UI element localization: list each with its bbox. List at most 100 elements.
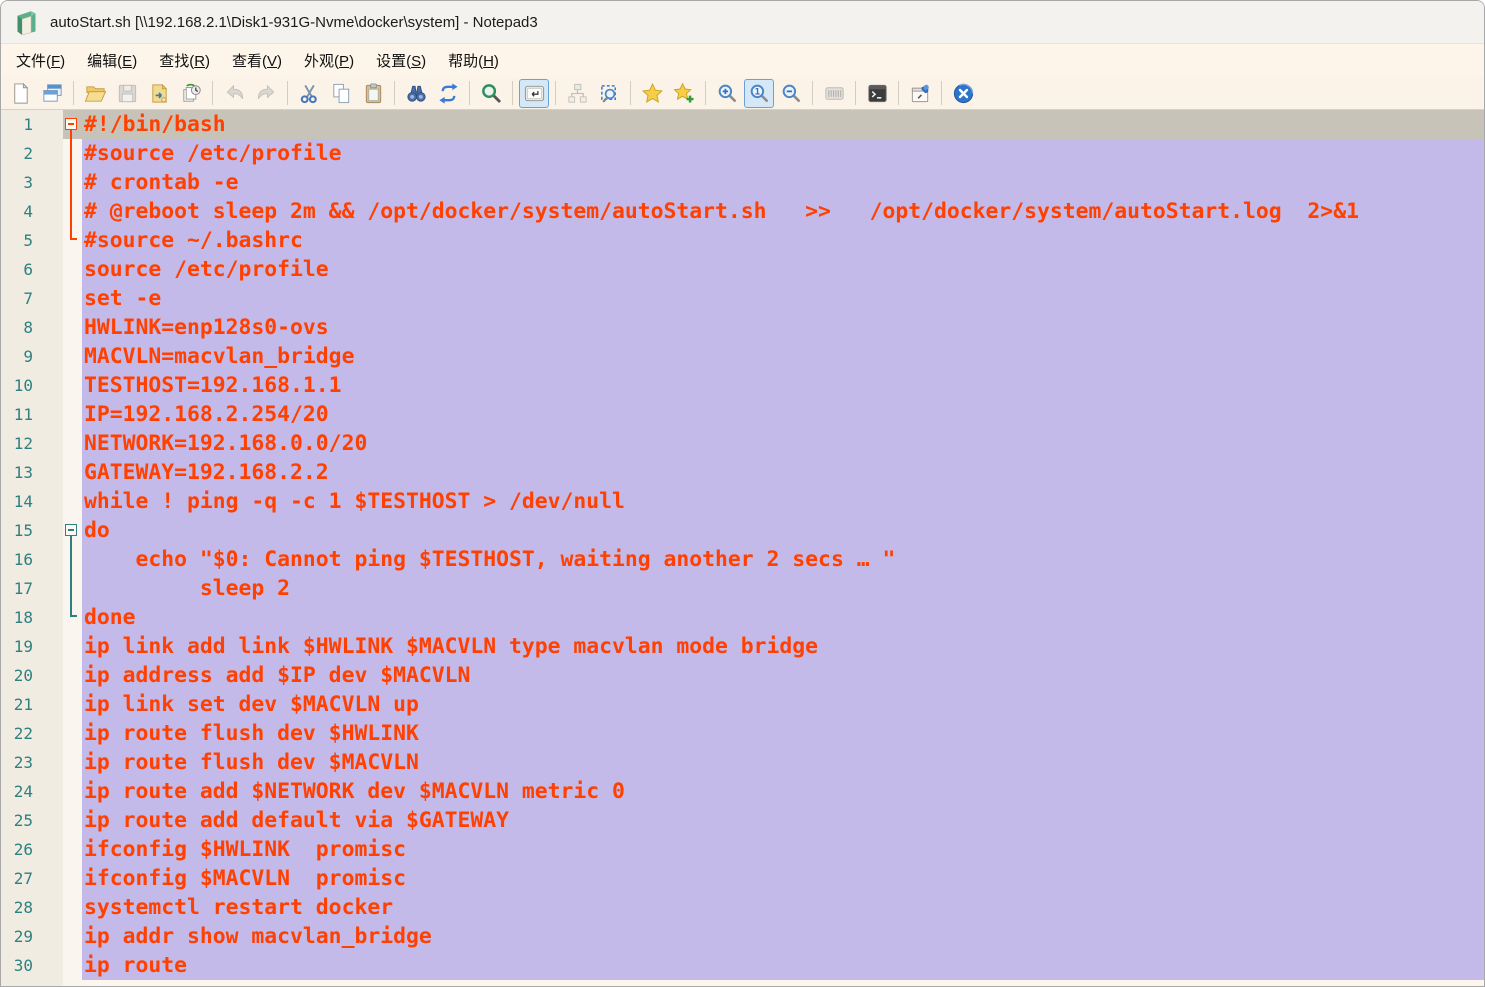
editor-line[interactable]: 18 done [1, 603, 1484, 632]
whitespace-settings-button[interactable] [819, 79, 849, 108]
menu-file[interactable]: 文件(F) [5, 45, 76, 76]
code-text[interactable]: ifconfig $MACVLN promisc [82, 864, 1484, 893]
code-text[interactable]: ip link set dev $MACVLN up [82, 690, 1484, 719]
scheme-tree-button[interactable] [562, 79, 592, 108]
zoom-reset-button[interactable]: 1 [744, 78, 774, 108]
editor-line[interactable]: 23 ip route flush dev $MACVLN [1, 748, 1484, 777]
code-text[interactable]: echo "$0: Cannot ping $TESTHOST, waiting… [82, 545, 1484, 574]
find-button[interactable] [401, 79, 431, 108]
code-text[interactable]: ifconfig $HWLINK promisc [82, 835, 1484, 864]
editor-line[interactable]: 10 TESTHOST=192.168.1.1 [1, 371, 1484, 400]
editor-line[interactable]: 4 # @reboot sleep 2m && /opt/docker/syste… [1, 197, 1484, 226]
new-window-button[interactable] [37, 79, 67, 108]
redo-button[interactable] [251, 79, 281, 108]
favorites-button[interactable] [637, 79, 667, 108]
editor-line[interactable]: 3 # crontab -e [1, 168, 1484, 197]
code-text[interactable]: ip link add link $HWLINK $MACVLN type ma… [82, 632, 1484, 661]
code-text[interactable]: ip route add default via $GATEWAY [82, 806, 1484, 835]
editor-line[interactable]: 9 MACVLN=macvlan_bridge [1, 342, 1484, 371]
editor-line[interactable]: 19 ip link add link $HWLINK $MACVLN type … [1, 632, 1484, 661]
save-as-button[interactable] [144, 79, 174, 108]
editor-line[interactable]: 21 ip link set dev $MACVLN up [1, 690, 1484, 719]
editor-line[interactable]: 7 set -e [1, 284, 1484, 313]
menu-settings[interactable]: 设置(S) [365, 45, 437, 76]
fold-margin [63, 777, 82, 806]
code-text[interactable]: done [82, 603, 1484, 632]
editor-line[interactable]: 25 ip route add default via $GATEWAY [1, 806, 1484, 835]
new-file-button[interactable] [5, 79, 35, 108]
code-text[interactable]: HWLINK=enp128s0-ovs [82, 313, 1484, 342]
editor-line[interactable]: 28 systemctl restart docker [1, 893, 1484, 922]
editor-line[interactable]: 14 while ! ping -q -c 1 $TESTHOST > /dev/… [1, 487, 1484, 516]
execute-console-button[interactable] [862, 79, 892, 108]
recent-files-button[interactable] [176, 79, 206, 108]
cut-button[interactable] [294, 79, 324, 108]
code-text[interactable]: ip route [82, 951, 1484, 980]
editor-line[interactable]: 24 ip route add $NETWORK dev $MACVLN metr… [1, 777, 1484, 806]
add-favorite-button[interactable] [669, 79, 699, 108]
code-text[interactable]: #source ~/.bashrc [82, 226, 1484, 255]
editor-line[interactable]: 29 ip addr show macvlan_bridge [1, 922, 1484, 951]
editor-line[interactable]: 6 source /etc/profile [1, 255, 1484, 284]
editor-line[interactable]: 17 sleep 2 [1, 574, 1484, 603]
editor-line[interactable]: 26 ifconfig $HWLINK promisc [1, 835, 1484, 864]
code-text[interactable]: # crontab -e [82, 168, 1484, 197]
copy-button[interactable] [326, 79, 356, 108]
code-text[interactable]: ip route flush dev $MACVLN [82, 748, 1484, 777]
word-wrap-button[interactable] [519, 78, 549, 108]
code-text[interactable]: source /etc/profile [82, 255, 1484, 284]
exit-button[interactable] [948, 79, 978, 108]
code-text[interactable]: systemctl restart docker [82, 893, 1484, 922]
menu-edit[interactable]: 编辑(E) [76, 45, 148, 76]
code-text[interactable]: GATEWAY=192.168.2.2 [82, 458, 1484, 487]
fold-collapse-icon[interactable] [65, 118, 77, 130]
fold-collapse-icon[interactable] [65, 524, 77, 536]
code-text[interactable]: NETWORK=192.168.0.0/20 [82, 429, 1484, 458]
editor-pane[interactable]: 1 #!/bin/bash 2 #source /etc/profile 3 # cr… [1, 110, 1484, 986]
code-text[interactable]: #!/bin/bash [82, 110, 1484, 139]
code-text[interactable]: IP=192.168.2.254/20 [82, 400, 1484, 429]
save-button[interactable] [112, 79, 142, 108]
code-text[interactable]: do [82, 516, 1484, 545]
editor-line[interactable]: 1 #!/bin/bash [1, 110, 1484, 139]
editor-empty-area[interactable] [1, 980, 1484, 986]
editor-line[interactable]: 11 IP=192.168.2.254/20 [1, 400, 1484, 429]
editor-line[interactable]: 2 #source /etc/profile [1, 139, 1484, 168]
editor-line[interactable]: 5 #source ~/.bashrc [1, 226, 1484, 255]
menu-appearance[interactable]: 外观(P) [293, 45, 365, 76]
open-file-button[interactable] [80, 79, 110, 108]
code-text[interactable]: sleep 2 [82, 574, 1484, 603]
editor-line[interactable]: 30 ip route [1, 951, 1484, 980]
always-on-top-button[interactable] [905, 79, 935, 108]
code-text[interactable]: MACVLN=macvlan_bridge [82, 342, 1484, 371]
add-favorite-icon [672, 82, 694, 103]
zoom-out-button[interactable] [776, 79, 806, 108]
editor-line[interactable]: 20 ip address add $IP dev $MACVLN [1, 661, 1484, 690]
code-text[interactable]: ip addr show macvlan_bridge [82, 922, 1484, 951]
search-magnifier-button[interactable] [476, 79, 506, 108]
editor-line[interactable]: 8 HWLINK=enp128s0-ovs [1, 313, 1484, 342]
editor-line[interactable]: 13 GATEWAY=192.168.2.2 [1, 458, 1484, 487]
editor-line[interactable]: 16 echo "$0: Cannot ping $TESTHOST, wait… [1, 545, 1484, 574]
zoom-selection-button[interactable] [594, 79, 624, 108]
code-text[interactable]: TESTHOST=192.168.1.1 [82, 371, 1484, 400]
paste-button[interactable] [358, 79, 388, 108]
menu-find[interactable]: 查找(R) [148, 45, 221, 76]
code-text[interactable]: ip route flush dev $HWLINK [82, 719, 1484, 748]
zoom-in-button[interactable] [712, 79, 742, 108]
undo-button[interactable] [219, 79, 249, 108]
code-text[interactable]: ip address add $IP dev $MACVLN [82, 661, 1484, 690]
editor-line[interactable]: 27 ifconfig $MACVLN promisc [1, 864, 1484, 893]
code-text[interactable]: ip route add $NETWORK dev $MACVLN metric… [82, 777, 1484, 806]
code-text[interactable]: while ! ping -q -c 1 $TESTHOST > /dev/nu… [82, 487, 1484, 516]
menu-help[interactable]: 帮助(H) [437, 45, 510, 76]
code-text[interactable]: #source /etc/profile [82, 139, 1484, 168]
toolbar-separator [212, 81, 213, 105]
editor-line[interactable]: 15 do [1, 516, 1484, 545]
menu-view[interactable]: 查看(V) [221, 45, 293, 76]
editor-line[interactable]: 12 NETWORK=192.168.0.0/20 [1, 429, 1484, 458]
code-text[interactable]: set -e [82, 284, 1484, 313]
code-text[interactable]: # @reboot sleep 2m && /opt/docker/system… [82, 197, 1484, 226]
replace-button[interactable] [433, 79, 463, 108]
editor-line[interactable]: 22 ip route flush dev $HWLINK [1, 719, 1484, 748]
